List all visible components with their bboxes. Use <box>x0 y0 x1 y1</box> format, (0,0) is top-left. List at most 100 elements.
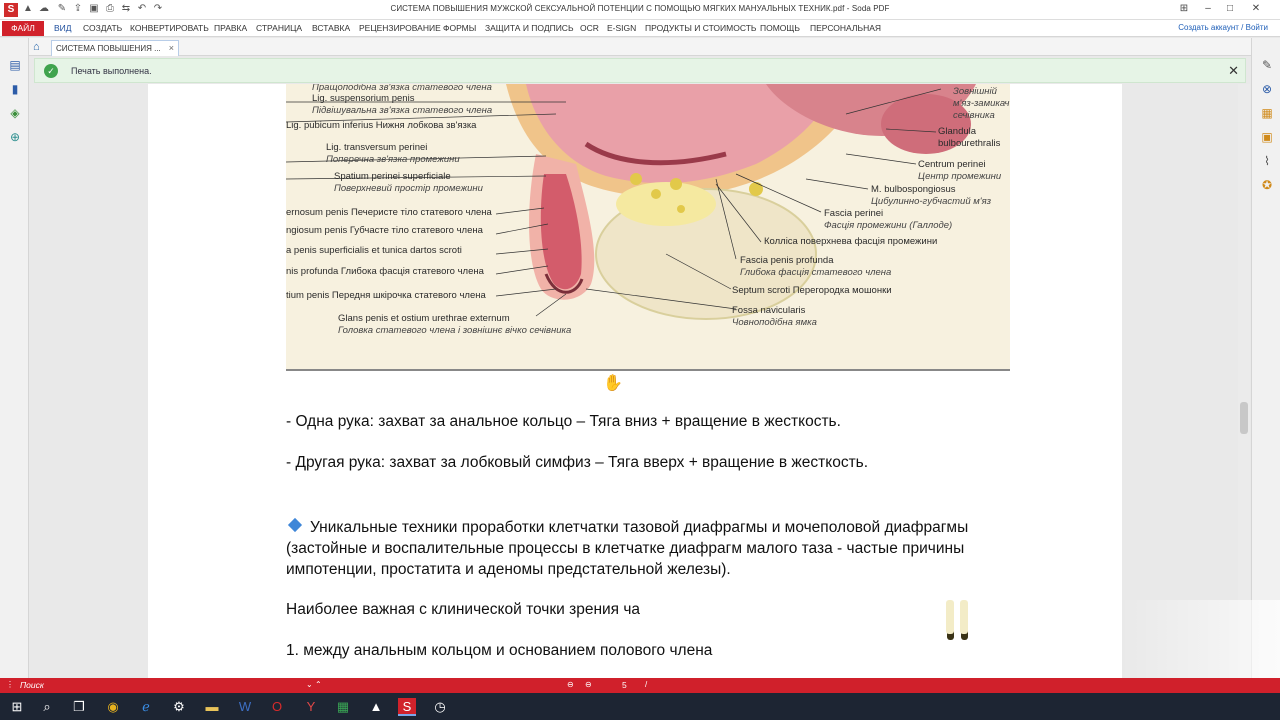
close-window-button[interactable]: ✕ <box>1248 2 1264 16</box>
pdf-page: Пращоподібна зв'язка статевого члена Lig… <box>148 84 1122 678</box>
figure-label: Поверхневий простір промежини <box>334 183 483 194</box>
comments-icon[interactable]: ▣ <box>1260 130 1274 144</box>
hand-cursor-icon: ✋ <box>603 375 623 392</box>
paragraph-other-hand: - Другая рука: захват за лобковый симфиз… <box>286 454 869 471</box>
right-sidebar: ✎ ⊗ ▦ ▣ ⌇ ✪ <box>1251 38 1280 678</box>
menu-page[interactable]: СТРАНИЦА <box>256 23 302 33</box>
figure-label: a penis superficialis et tunica dartos s… <box>286 245 462 256</box>
home-icon[interactable]: ⌂ <box>33 41 45 53</box>
figure-label: bulbourethralis <box>938 138 1001 149</box>
word-icon[interactable]: W <box>236 698 254 716</box>
notification-message: Печать выполнена. <box>71 66 152 76</box>
menu-bar: ФАЙЛ ВИД СОЗДАТЬ КОНВЕРТИРОВАТЬ ПРАВКА С… <box>0 20 1280 37</box>
figure-label: nis profunda Глибока фасція статевого чл… <box>286 266 484 277</box>
yandex-icon[interactable]: Y <box>302 698 320 716</box>
thumbnails-icon[interactable]: ▤ <box>8 58 22 72</box>
figure-label: м'яз-замикач <box>953 98 1010 109</box>
menu-forms[interactable]: ФОРМЫ <box>443 23 476 33</box>
scrollbar-thumb[interactable] <box>1240 402 1248 434</box>
maximize-button[interactable]: □ <box>1222 2 1238 16</box>
figure-label: ngiosum penis Губчасте тіло статевого чл… <box>286 225 483 236</box>
menu-products[interactable]: ПРОДУКТЫ И СТОИМОСТЬ <box>645 23 756 33</box>
figure-label: Lig. transversum perinei <box>326 142 428 153</box>
search-label[interactable]: Поиск <box>20 680 44 690</box>
windows-start-icon[interactable]: ⊞ <box>8 698 26 716</box>
title-bar: S ▲ ☁ ✎ ⇪ ▣ ⎙ ⇆ ↶ ↷ СИСТЕМА ПОВЫШЕНИЯ МУ… <box>0 0 1280 20</box>
create-account-link[interactable]: Создать аккаунт / Войти <box>1178 23 1268 32</box>
overlay-bar-light <box>946 600 954 634</box>
blue-diamond-bullet-icon <box>287 517 303 533</box>
figure-label: Glandula <box>938 126 977 137</box>
certificate-icon[interactable]: ✪ <box>1260 178 1274 192</box>
tools-icon[interactable]: ✎ <box>1260 58 1274 72</box>
figure-label: tium penis Передня шкірочка статевого чл… <box>286 290 486 301</box>
bookmarks-icon[interactable]: ▮ <box>8 82 22 96</box>
layers-icon[interactable]: ◈ <box>8 106 22 120</box>
video-overlay <box>650 605 1120 643</box>
soda-pdf-taskbar-icon[interactable]: S <box>398 698 416 716</box>
success-check-icon: ✓ <box>44 64 58 78</box>
figure-label: Цибулинно-губчастий м'яз <box>871 196 992 207</box>
attachment-icon[interactable]: ⌇ <box>1260 154 1274 168</box>
first-page-icon[interactable]: ⊖ <box>567 680 574 689</box>
figure-label: Фасція промежини (Галлоде) <box>824 220 953 231</box>
menu-create[interactable]: СОЗДАТЬ <box>83 23 122 33</box>
overlay-bar-light <box>960 600 968 634</box>
paragraph-techniques-line1: Уникальные техники проработки клетчатки … <box>286 517 969 537</box>
vertical-scrollbar[interactable] <box>1238 84 1250 678</box>
figure-label: Пращоподібна зв'язка статевого члена <box>312 84 492 93</box>
figure-label: M. bulbospongiosus <box>871 184 956 195</box>
menu-view[interactable]: ВИД <box>54 23 72 33</box>
page-number[interactable]: 5 <box>622 680 627 690</box>
document-tab[interactable]: СИСТЕМА ПОВЫШЕНИЯ ... × <box>51 40 179 56</box>
figure-label: Septum scroti Перегородка мошонки <box>732 285 892 296</box>
close-tab-icon[interactable]: × <box>169 43 174 53</box>
print-notification: ✓ Печать выполнена. ✕ <box>34 58 1246 83</box>
grip-icon: ⋮ <box>6 680 14 689</box>
binoculars-icon[interactable]: ⊗ <box>1260 82 1274 96</box>
search-dropdown-icon[interactable]: ⌄ <box>306 680 313 689</box>
menu-insert[interactable]: ВСТАВКА <box>312 23 350 33</box>
opera-icon[interactable]: O <box>268 698 286 716</box>
photos-icon[interactable]: ▲ <box>367 698 385 716</box>
figure-label: Головка статевого члена і зовнішнє вічко… <box>338 325 572 336</box>
menu-review[interactable]: РЕЦЕНЗИРОВАНИЕ <box>359 23 441 33</box>
techniques-heading: Уникальные техники проработки клетчатки … <box>310 519 969 536</box>
edge-icon[interactable]: ℯ <box>137 698 155 716</box>
paragraph-clinical: Наиболее важная с клинической точки зрен… <box>286 601 641 618</box>
document-tab-bar: ⌂ СИСТЕМА ПОВЫШЕНИЯ ... × <box>29 38 1251 56</box>
menu-convert[interactable]: КОНВЕРТИРОВАТЬ <box>130 23 209 33</box>
document-viewer[interactable]: Пращоподібна зв'язка статевого члена Lig… <box>29 84 1251 678</box>
search-up-icon[interactable]: ⌃ <box>315 680 322 689</box>
clock-app-icon[interactable]: ◷ <box>431 698 449 716</box>
anatomy-figure: Пращоподібна зв'язка статевого члена Lig… <box>286 84 1010 371</box>
menu-ocr[interactable]: OCR <box>580 23 599 33</box>
figure-label: ernosum penis Печеристе тіло статевого ч… <box>286 207 492 218</box>
figure-label: Поперечна зв'язка промежини <box>326 154 460 165</box>
menu-edit[interactable]: ПРАВКА <box>214 23 247 33</box>
settings-icon[interactable]: ⚙ <box>170 698 188 716</box>
chrome-icon[interactable]: ◉ <box>104 698 122 716</box>
windows-taskbar: ⊞ ⌕ ❐ ◉ ℯ ⚙ ▬ W O Y ▦ ▲ S ◷ <box>0 693 1280 720</box>
left-sidebar: ▤ ▮ ◈ ⊕ <box>0 38 29 678</box>
figure-label: Підвішувальна зв'язка статевого члена <box>312 105 493 116</box>
pin-icon[interactable]: ⊞ <box>1176 2 1192 16</box>
stamp-icon[interactable]: ▦ <box>1260 106 1274 120</box>
menu-protect-sign[interactable]: ЗАЩИТА И ПОДПИСЬ <box>485 23 574 33</box>
task-view-icon[interactable]: ❐ <box>70 698 88 716</box>
menu-help[interactable]: ПОМОЩЬ <box>760 23 800 33</box>
menu-personal[interactable]: ПЕРСОНАЛЬНАЯ <box>810 23 881 33</box>
search-panel-icon[interactable]: ⊕ <box>8 130 22 144</box>
menu-esign[interactable]: E-SIGN <box>607 23 636 33</box>
close-notification-button[interactable]: ✕ <box>1228 63 1239 79</box>
spreadsheet-icon[interactable]: ▦ <box>334 698 352 716</box>
figure-label: Lig. pubicum inferius Нижня лобкова зв'я… <box>286 120 477 131</box>
minimize-button[interactable]: – <box>1200 2 1216 16</box>
taskbar-search-icon[interactable]: ⌕ <box>38 698 56 716</box>
file-explorer-icon[interactable]: ▬ <box>203 698 221 716</box>
list-item-one: 1. между анальным кольцом и основанием п… <box>286 642 713 659</box>
figure-label: Човноподібна ямка <box>732 317 817 328</box>
prev-page-icon[interactable]: ⊖ <box>585 680 592 689</box>
menu-file[interactable]: ФАЙЛ <box>2 21 44 36</box>
document-tab-label: СИСТЕМА ПОВЫШЕНИЯ ... <box>56 44 161 53</box>
